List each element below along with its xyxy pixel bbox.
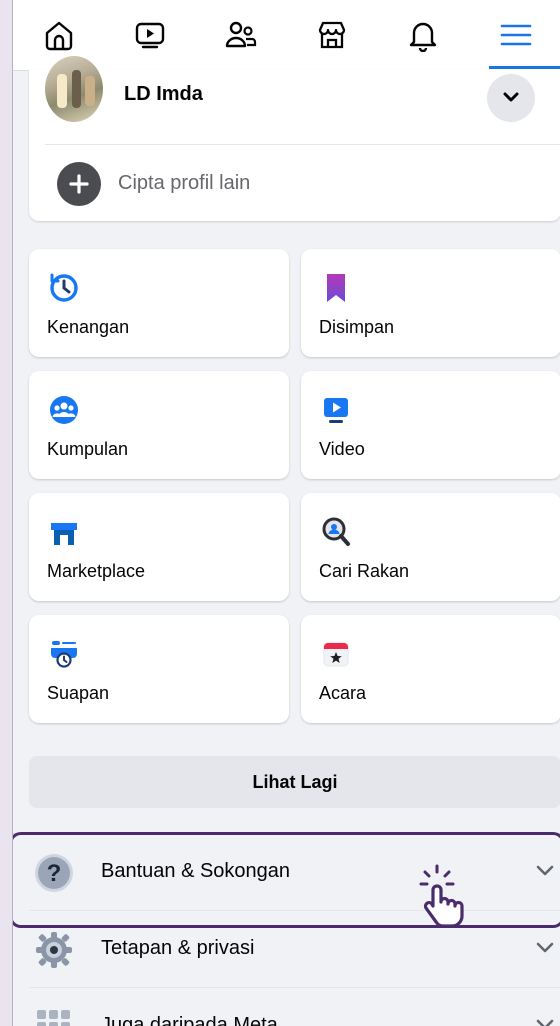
hamburger-menu-icon	[500, 24, 531, 46]
nav-friends-tab[interactable]	[195, 0, 286, 70]
menu-row-also-from-meta[interactable]: Juga daripada Meta	[13, 988, 560, 1026]
shortcut-label: Marketplace	[47, 561, 146, 581]
events-calendar-icon	[323, 642, 349, 667]
pointing-hand-cursor-icon	[419, 864, 464, 928]
shortcut-tile-feeds[interactable]: Suapan	[29, 615, 289, 723]
divider	[45, 144, 560, 145]
avatar[interactable]	[45, 56, 103, 122]
app-frame: LD Imda Cipta profil lain Kenangan Disim…	[12, 0, 560, 1026]
shortcut-label: Kenangan	[47, 317, 130, 337]
shortcut-tile-find-friends[interactable]: Cari Rakan	[301, 493, 560, 601]
nav-menu-tab[interactable]	[470, 0, 560, 70]
memories-clock-icon	[50, 273, 78, 302]
shortcut-label: Acara	[319, 683, 367, 703]
shortcut-tile-saved[interactable]: Disimpan	[301, 249, 560, 357]
nav-marketplace-tab[interactable]	[286, 0, 377, 70]
marketplace-store-icon	[51, 523, 77, 545]
active-tab-indicator	[489, 66, 560, 69]
account-card: LD Imda Cipta profil lain	[29, 56, 560, 221]
nav-notifications-tab[interactable]	[377, 0, 468, 70]
shortcut-tile-marketplace[interactable]: Marketplace	[29, 493, 289, 601]
friends-icon	[225, 21, 256, 48]
nav-watch-tab[interactable]	[104, 0, 195, 70]
plus-icon	[69, 174, 89, 194]
shortcut-tile-video[interactable]: Video	[301, 371, 560, 479]
marketplace-icon	[318, 21, 345, 49]
create-profile-button[interactable]	[57, 162, 101, 206]
shortcut-label: Kumpulan	[47, 439, 129, 459]
switch-profile-button[interactable]	[487, 74, 535, 122]
feeds-icon	[51, 641, 77, 668]
chevron-down-icon	[503, 92, 519, 102]
chevron-down-icon	[536, 1019, 554, 1026]
top-navigation-bar	[13, 0, 560, 71]
video-icon	[135, 22, 164, 49]
shortcut-tile-groups[interactable]: Kumpulan	[29, 371, 289, 479]
meta-apps-grid-icon	[37, 1010, 70, 1026]
menu-row-label: Tetapan & privasi	[101, 937, 255, 959]
shortcut-label: Video	[319, 439, 365, 459]
video-play-icon	[324, 398, 348, 423]
saved-bookmark-icon	[327, 274, 345, 302]
shortcut-label: Cari Rakan	[319, 561, 410, 581]
see-more-button[interactable]: Lihat Lagi	[29, 756, 560, 808]
settings-gear-icon	[36, 932, 72, 968]
shortcut-label: Suapan	[47, 683, 110, 703]
groups-icon	[50, 396, 78, 424]
shortcut-label: Disimpan	[319, 317, 395, 337]
shortcut-tile-memories[interactable]: Kenangan	[29, 249, 289, 357]
profile-name[interactable]: LD Imda	[124, 83, 203, 106]
find-friends-search-icon	[322, 517, 350, 546]
bell-icon	[409, 22, 436, 52]
menu-row-label: Juga daripada Meta	[101, 1014, 278, 1026]
shortcut-tile-events[interactable]: Acara	[301, 615, 560, 723]
home-icon	[45, 21, 72, 51]
chevron-down-icon	[536, 942, 554, 953]
create-profile-label[interactable]: Cipta profil lain	[118, 172, 250, 195]
